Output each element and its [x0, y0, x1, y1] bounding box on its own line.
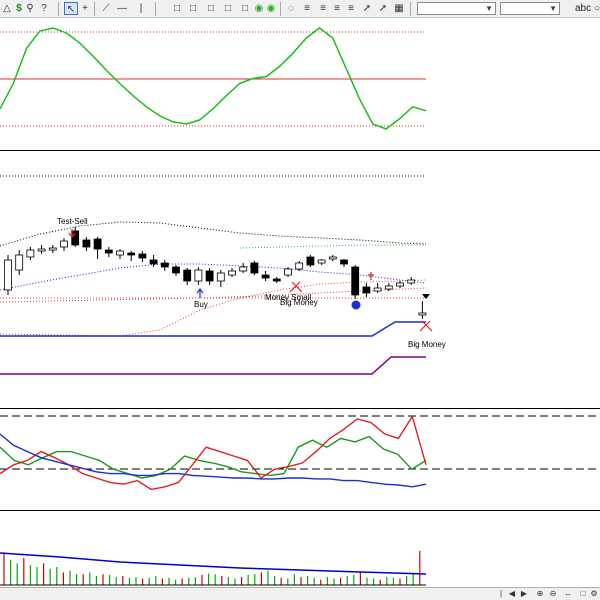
candle [261, 274, 270, 279]
candle [362, 286, 371, 294]
volume-panel [0, 550, 427, 586]
scroll-start-icon[interactable]: | [496, 589, 506, 599]
test-sell-label: Test-Sell [57, 217, 88, 226]
big-money-label: Big Money [408, 340, 446, 349]
buy-label: Buy [194, 300, 208, 309]
support-line-blue [0, 321, 426, 337]
support-line-purple [0, 356, 426, 375]
skull-marker-icon [368, 272, 374, 280]
status-bar: | ◀ ▶ ⊕ ⊖ ↔ □ ⚙ [0, 587, 600, 600]
candle [194, 269, 203, 282]
candle [317, 259, 326, 264]
candle [396, 282, 404, 287]
candle [104, 249, 113, 254]
big-money-marker-icon [289, 281, 303, 293]
candle [384, 285, 393, 290]
candle [239, 266, 248, 272]
candle [351, 266, 360, 296]
zoom-out-icon[interactable]: ⊖ [548, 589, 558, 599]
candle [15, 254, 24, 271]
blue-line [0, 433, 427, 488]
candle [149, 259, 158, 265]
red-line [0, 414, 427, 491]
panel-divider[interactable] [0, 150, 600, 151]
volume-average-line [0, 552, 427, 575]
blue-dot-icon [351, 300, 361, 310]
red-band [0, 287, 427, 303]
candle [116, 250, 124, 256]
price-panel [0, 175, 433, 375]
big-money-label: Big Money [280, 298, 318, 307]
candle [71, 230, 80, 246]
candle [306, 256, 315, 266]
candle [60, 240, 68, 248]
candle [160, 262, 169, 268]
lower-oscillator-panel [0, 414, 600, 491]
candle [418, 312, 427, 316]
candle [26, 249, 35, 258]
candle [216, 272, 225, 282]
candle [205, 270, 214, 282]
candle [37, 248, 46, 252]
candle [183, 269, 192, 282]
candle [272, 278, 281, 282]
candle [340, 259, 348, 265]
candle [172, 266, 180, 274]
candle [295, 262, 304, 270]
panel-divider[interactable] [0, 408, 600, 409]
scroll-right-icon[interactable]: ▶ [519, 589, 529, 599]
green-band [239, 244, 426, 249]
settings-icon[interactable]: ⚙ [589, 589, 599, 599]
candle [407, 279, 416, 284]
candle [284, 268, 292, 276]
oscillator-panel [0, 27, 427, 130]
scale-icon[interactable]: ↔ [563, 589, 573, 599]
panel-divider[interactable] [0, 510, 600, 511]
candle [250, 262, 259, 274]
candle [93, 238, 102, 250]
buy-arrow-icon [196, 288, 204, 298]
candle [138, 253, 147, 259]
candle [48, 247, 57, 251]
candle [373, 287, 382, 292]
candle [127, 252, 136, 256]
green-line [0, 435, 427, 479]
scroll-left-icon[interactable]: ◀ [507, 589, 517, 599]
candle [4, 259, 12, 291]
lower-band [0, 279, 427, 337]
zoom-in-icon[interactable]: ⊕ [535, 589, 545, 599]
candle [82, 239, 91, 248]
candle [228, 270, 236, 276]
fit-icon[interactable]: □ [578, 589, 588, 599]
candle [328, 256, 337, 260]
